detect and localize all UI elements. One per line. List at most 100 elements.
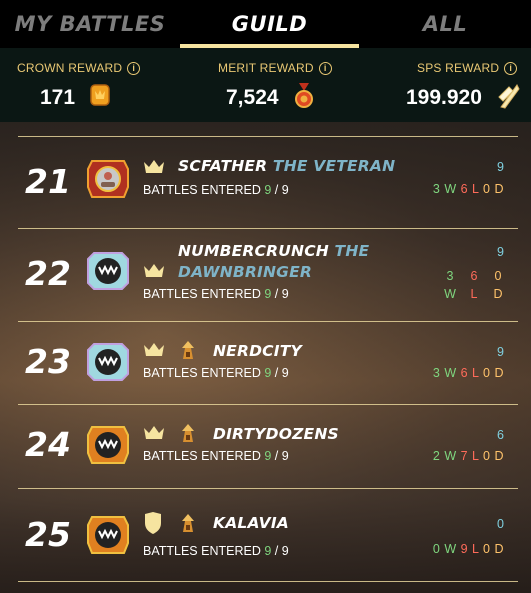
losses-label: L	[470, 287, 478, 301]
player-name: KALAVIA	[213, 514, 289, 532]
win-loss-draw: 2 W 7 L 0 D	[433, 449, 504, 463]
battles-total: 9	[281, 449, 289, 463]
player-avatar[interactable]	[86, 157, 130, 201]
battles-entered-label: BATTLES ENTERED	[143, 287, 261, 301]
list-item[interactable]: 23 NERDCITY BATTLES ENTERED 9 / 9 9 3 W …	[0, 322, 531, 404]
losses-label: L	[472, 542, 480, 556]
player-name-line: SCFATHER THE VETERAN	[178, 157, 395, 175]
list-item[interactable]: 24 DIRTYDOZENS BATTLES ENTERED 9 / 9 6 2…	[0, 405, 531, 488]
player-avatar[interactable]	[86, 513, 130, 557]
player-name-line: NUMBERCRUNCH THE DAWNBRINGER	[178, 241, 378, 283]
crown-reward: CROWN REWARD i 171	[0, 48, 177, 122]
battles-total: 9	[281, 287, 289, 301]
player-name: SCFATHER	[178, 157, 268, 175]
tab-all[interactable]: ALL	[359, 0, 531, 48]
battles-entered-count: 9	[264, 287, 272, 301]
reward-summary-bar: CROWN REWARD i 171 MERIT REWARD i 7,524 SP…	[0, 48, 531, 122]
sps-reward-value: 199.920	[406, 86, 482, 109]
crown-reward-value: 171	[40, 86, 76, 109]
battle-count: 9	[497, 160, 504, 174]
merit-medal-icon	[295, 83, 313, 108]
crown-reward-label: CROWN REWARD	[17, 61, 123, 75]
rank-number: 24	[25, 425, 71, 464]
losses: 7	[460, 449, 469, 463]
battles-entered-count: 9	[264, 366, 272, 380]
battles-entered-label: BATTLES ENTERED	[143, 449, 261, 463]
player-name: NUMBERCRUNCH	[178, 242, 329, 260]
guild-ranking-list: 21 SCFATHER THE VETERAN BATTLES ENTERED …	[0, 122, 531, 593]
draws: 0	[483, 449, 491, 463]
wins: 2	[432, 449, 441, 463]
battles-entered: BATTLES ENTERED 9 / 9	[143, 544, 289, 558]
shield-icon	[145, 512, 161, 534]
wins: 3	[446, 269, 454, 283]
draws-label: D	[494, 449, 504, 463]
list-item[interactable]: 25 KALAVIA BATTLES ENTERED 9 / 9 0 0 W 9…	[0, 489, 531, 581]
wins-label: W	[444, 366, 457, 380]
player-avatar[interactable]	[86, 423, 130, 467]
losses-label: L	[472, 366, 480, 380]
tab-my-battles[interactable]: MY BATTLES	[0, 0, 180, 48]
draws: 0	[483, 542, 491, 556]
rank-number: 21	[25, 162, 71, 201]
sps-reward: SPS REWARD i 199.920	[354, 48, 531, 122]
guild-tower-icon	[182, 514, 194, 532]
info-icon[interactable]: i	[318, 62, 332, 75]
merit-reward-value: 7,524	[226, 86, 279, 109]
wins-label: W	[444, 449, 457, 463]
row-divider	[18, 581, 518, 582]
player-title-line2: DAWNBRINGER	[178, 263, 313, 281]
sps-token-icon	[498, 84, 520, 109]
guild-tower-icon	[182, 341, 194, 359]
info-icon[interactable]: i	[504, 62, 518, 75]
battles-entered: BATTLES ENTERED 9 / 9	[143, 449, 289, 463]
player-title: THE	[334, 242, 370, 260]
battles-entered-count: 9	[264, 183, 272, 197]
losses-label: L	[472, 182, 480, 196]
losses-label: L	[472, 449, 480, 463]
battle-count: 0	[497, 517, 504, 531]
wins-label: W	[444, 182, 457, 196]
crown-icon	[144, 160, 164, 173]
losses: 6	[470, 269, 478, 283]
battles-total: 9	[281, 366, 289, 380]
player-name: NERDCITY	[213, 342, 302, 360]
rank-number: 23	[25, 342, 71, 381]
sps-reward-label: SPS REWARD	[417, 61, 500, 75]
wins: 3	[432, 182, 441, 196]
tab-bar: MY BATTLES GUILD ALL	[0, 0, 531, 48]
draws-label: D	[494, 182, 504, 196]
win-loss-draw: 3 W 6 L 0 D	[433, 366, 504, 380]
tab-guild[interactable]: GUILD	[180, 0, 359, 48]
draws-label: D	[494, 542, 504, 556]
merit-reward: MERIT REWARD i 7,524	[177, 48, 354, 122]
crown-icon	[144, 343, 164, 356]
losses: 9	[460, 542, 469, 556]
list-item[interactable]: 22 NUMBERCRUNCH THE DAWNBRINGER BATTLES E…	[0, 229, 531, 321]
wins-label: W	[444, 287, 456, 301]
player-avatar[interactable]	[86, 340, 130, 384]
guild-tower-icon	[182, 424, 194, 442]
draws: 0	[483, 366, 491, 380]
draws: 0	[483, 182, 491, 196]
info-icon[interactable]: i	[127, 62, 141, 75]
battles-entered: BATTLES ENTERED 9 / 9	[143, 183, 289, 197]
list-item[interactable]: 21 SCFATHER THE VETERAN BATTLES ENTERED …	[0, 137, 531, 228]
crown-icon	[144, 264, 164, 277]
draws: 0	[494, 269, 502, 283]
player-title: THE VETERAN	[272, 157, 396, 175]
losses: 6	[460, 182, 469, 196]
losses: 6	[460, 366, 469, 380]
battles-entered-count: 9	[264, 544, 272, 558]
battles-total: 9	[281, 544, 289, 558]
win-loss-draw: 0 W 9 L 0 D	[433, 542, 504, 556]
battles-entered-label: BATTLES ENTERED	[143, 183, 261, 197]
battles-total: 9	[281, 183, 289, 197]
wins: 0	[432, 542, 441, 556]
battles-entered-label: BATTLES ENTERED	[143, 366, 261, 380]
player-avatar[interactable]	[86, 249, 130, 293]
battles-entered-count: 9	[264, 449, 272, 463]
battle-count: 6	[497, 428, 504, 442]
merit-reward-label: MERIT REWARD	[218, 61, 314, 75]
battles-entered: BATTLES ENTERED 9 / 9	[143, 366, 289, 380]
